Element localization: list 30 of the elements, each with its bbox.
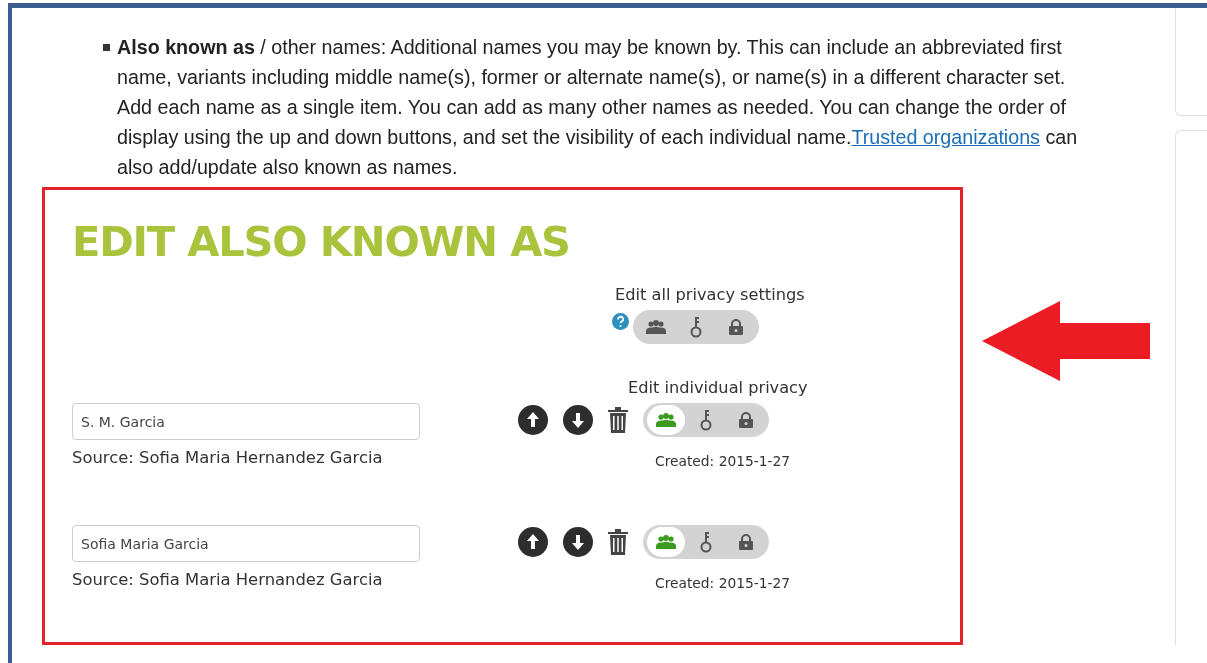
individual-privacy-label: Edit individual privacy [628,378,809,397]
source-text: Source: Sofia Maria Hernandez Garcia [72,570,384,589]
move-down-icon[interactable] [563,405,593,435]
people-icon [656,413,676,427]
name-field[interactable]: Sofia Maria Garcia [72,525,420,562]
trusted-organizations-link[interactable]: Trusted organizations [851,126,1040,148]
move-up-icon[interactable] [518,527,548,557]
help-icon[interactable] [612,312,629,330]
source-text: Source: Sofia Maria Hernandez Garcia [72,448,384,467]
key-icon [700,531,712,553]
panel-title: EDIT ALSO KNOWN AS [72,218,571,266]
privacy-option[interactable] [647,527,685,557]
lock-icon [739,412,753,428]
lock-icon [739,534,753,550]
move-up-icon[interactable] [518,405,548,435]
people-icon [646,320,666,334]
created-date: Created: 2015-1-27 [655,575,791,591]
key-icon [690,316,702,338]
name-field[interactable]: S. M. Garcia [72,403,420,440]
key-icon [700,409,712,431]
people-icon [656,535,676,549]
all-privacy-label: Edit all privacy settings [615,285,806,304]
trash-icon[interactable] [608,529,628,555]
created-date: Created: 2015-1-27 [655,453,791,469]
trash-icon[interactable] [608,407,628,433]
lock-icon [729,319,743,335]
move-down-icon[interactable] [563,527,593,557]
intro-paragraph: Also known as / other names: Additional names you may be known by. This can include an abbreviated first name, variants including middle name(s), former or alternate name(s), or name(s) in a different character set. Add each name as a single item. You can add as many other names as needed. You can change the order of display using the up and down buttons, and set the visibility of each individual name.Trusted organizations can also add/update also known as names. [117,35,1079,180]
bullet-icon [103,44,110,51]
privacy-option[interactable] [647,405,685,435]
